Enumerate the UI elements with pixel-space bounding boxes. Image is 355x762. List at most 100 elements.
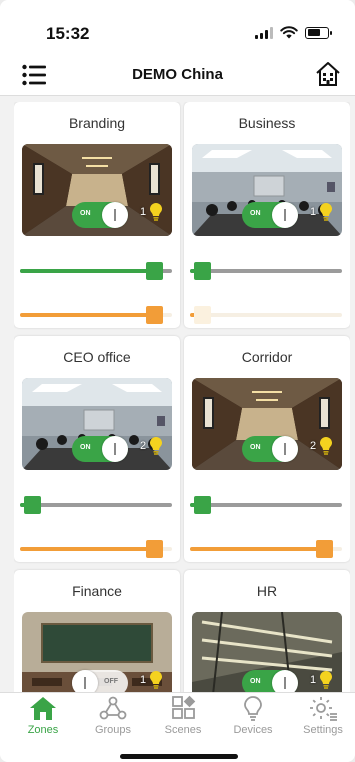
tab-label: Zones [27,724,59,736]
zone-photo: OFF 1 [22,612,172,692]
tab-label: Scenes [164,724,202,736]
light-count: 1 [310,206,317,218]
zone-card[interactable]: Branding ON 1 [14,102,180,328]
wifi-icon [280,26,298,39]
zone-name: Branding [68,115,126,131]
toggle-state-label: ON [80,210,91,217]
tab-scenes[interactable]: Scenes [148,695,218,741]
slider-thumb[interactable] [194,306,211,324]
zone-power-toggle[interactable]: ON [242,202,298,228]
slider-fill [20,547,150,551]
light-count: 1 [310,674,317,686]
status-icons [255,26,332,39]
toggle-state-label: ON [250,210,261,217]
bulb-icon [149,436,163,456]
zone-photo: ON 2 [192,378,342,470]
warmth-slider[interactable] [20,306,172,324]
toggle-state-label: ON [80,444,91,451]
tab-bar: Zones Groups Scenes Devices Settings [0,692,355,762]
brightness-slider[interactable] [190,262,342,280]
battery-icon [305,26,332,39]
gear-icon [288,695,355,721]
zone-power-toggle[interactable]: ON [72,202,128,228]
slider-track[interactable] [190,503,342,507]
toggle-knob[interactable] [102,202,128,228]
groups-icon [78,695,148,721]
toggle-knob[interactable] [272,436,298,462]
brightness-slider[interactable] [20,496,172,514]
zone-card[interactable]: Finance OFF 1 [14,570,180,692]
home-indicator [120,754,238,759]
slider-track[interactable] [20,503,172,507]
zone-card[interactable]: CEO office ON 2 [14,336,180,562]
warmth-slider[interactable] [190,306,342,324]
zone-name: Corridor [241,349,293,365]
zone-name: Business [238,115,296,131]
slider-thumb[interactable] [194,262,211,280]
bulb-icon [218,695,288,721]
slider-track[interactable] [190,269,342,273]
tab-label: Devices [233,724,273,736]
light-count: 1 [140,206,147,218]
status-time: 15:32 [46,24,90,43]
slider-fill [190,547,320,551]
zone-photo: ON 1 [22,144,172,236]
zone-photo: ON 1 [192,612,342,692]
toggle-knob[interactable] [272,202,298,228]
warmth-slider[interactable] [20,540,172,558]
cellular-signal-icon [255,26,273,39]
brightness-slider[interactable] [20,262,172,280]
bulb-icon [149,670,163,690]
bulb-icon [319,202,333,222]
light-count: 2 [310,440,317,452]
zone-name: Finance [72,583,122,599]
tab-label: Groups [94,724,132,736]
zone-card[interactable]: Corridor ON 2 [184,336,350,562]
slider-thumb[interactable] [146,306,163,324]
tab-label: Settings [303,724,343,736]
building-home-icon[interactable] [315,61,341,87]
slider-fill [20,269,150,273]
tab-groups[interactable]: Groups [78,695,148,741]
zone-card[interactable]: Business ON 1 [184,102,350,328]
bulb-icon [319,670,333,690]
slider-thumb[interactable] [146,540,163,558]
toggle-knob[interactable] [72,670,98,692]
tab-devices[interactable]: Devices [218,695,288,741]
page-title: DEMO China [132,66,223,83]
zone-photo: ON 1 [192,144,342,236]
zone-power-toggle[interactable]: ON [242,436,298,462]
toggle-state-label: ON [250,444,261,451]
zone-card[interactable]: HR ON 1 [184,570,350,692]
slider-thumb[interactable] [24,496,41,514]
zone-photo: ON 2 [22,378,172,470]
toggle-state-label: OFF [104,678,118,685]
scenes-icon [148,695,218,721]
zone-power-toggle[interactable]: ON [72,436,128,462]
bulb-icon [149,202,163,222]
zone-name: HR [256,583,278,599]
zone-grid: Branding ON 1 Business ON 1 CEO office ON 2 Corri… [14,102,350,692]
slider-thumb[interactable] [146,262,163,280]
bulb-icon [319,436,333,456]
slider-fill [20,313,150,317]
toggle-knob[interactable] [272,670,298,692]
light-count: 2 [140,440,147,452]
light-count: 1 [140,674,147,686]
brightness-slider[interactable] [190,496,342,514]
app-header: DEMO China [0,56,355,96]
home-icon [8,695,78,721]
toggle-state-label: ON [250,678,261,685]
status-bar: 15:32 [0,0,355,56]
app-screen: 15:32 DEMO China Branding ON 1 Business … [0,0,355,762]
slider-track[interactable] [190,313,342,317]
zone-power-toggle[interactable]: ON [242,670,298,692]
toggle-knob[interactable] [102,436,128,462]
slider-thumb[interactable] [194,496,211,514]
slider-thumb[interactable] [316,540,333,558]
tab-settings[interactable]: Settings [288,695,355,741]
tab-zones[interactable]: Zones [8,695,78,741]
warmth-slider[interactable] [190,540,342,558]
zone-power-toggle[interactable]: OFF [72,670,128,692]
zone-name: CEO office [63,349,131,365]
